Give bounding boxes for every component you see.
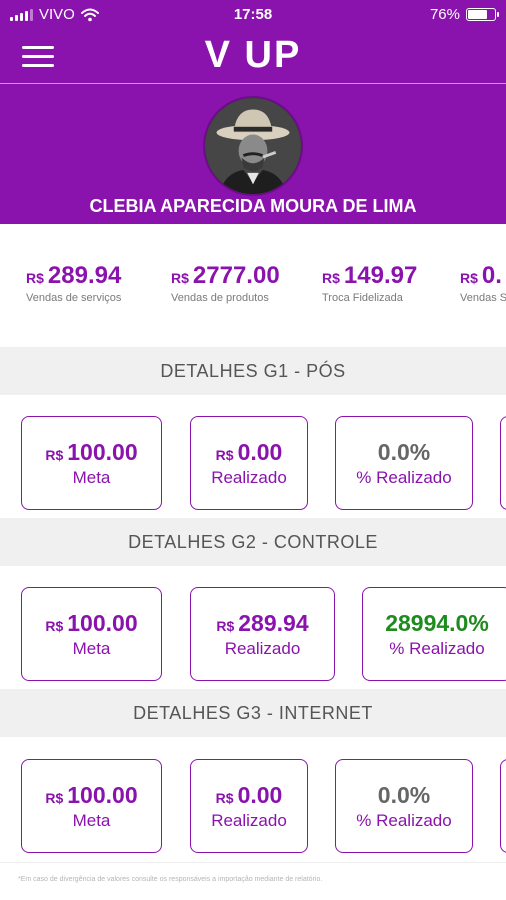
card-label: Realizado <box>211 811 287 830</box>
card-value: 100.00 <box>67 782 138 808</box>
section-title-g3: DETALHES G3 - INTERNET <box>0 689 506 737</box>
footer-divider <box>0 862 506 863</box>
card-realizado[interactable]: R$ 0.00 Realizado <box>190 759 308 853</box>
navbar: V UP <box>0 30 506 84</box>
card-meta[interactable]: R$ 100.00 Meta <box>21 759 162 853</box>
card-label: Meta <box>72 468 111 487</box>
currency-label: R$ <box>26 270 44 286</box>
currency-label: R$ <box>45 447 64 463</box>
summary-label: Troca Fidelizada <box>322 292 403 304</box>
summary-value: 2777.00 <box>192 262 280 289</box>
card-percent-realizado[interactable]: 0.0% % Realizado <box>335 416 473 510</box>
card-realizado[interactable]: R$ 289.94 Realizado <box>190 587 335 681</box>
card-partial[interactable] <box>500 416 506 510</box>
card-value: 100.00 <box>67 610 138 636</box>
summary-label: Vendas de produtos <box>171 292 269 304</box>
card-label: Realizado <box>211 468 287 487</box>
summary-label: Vendas de serviços <box>26 292 122 304</box>
avatar[interactable] <box>203 96 303 196</box>
summary-value: 289.94 <box>47 262 122 289</box>
status-right: 76% <box>429 6 499 23</box>
card-label: Meta <box>72 639 111 658</box>
currency-label: R$ <box>322 270 340 286</box>
summary-item-partial: R$ 0. Vendas S <box>460 262 506 304</box>
card-value: 28994.0% <box>385 610 489 636</box>
card-meta[interactable]: R$ 100.00 Meta <box>21 416 162 510</box>
card-label: % Realizado <box>356 468 452 487</box>
card-value: 0.00 <box>237 782 283 808</box>
summary-value: 0. <box>481 262 502 289</box>
card-label: Realizado <box>224 639 301 658</box>
card-value: 289.94 <box>238 610 309 636</box>
summary-item-services: R$ 289.94 Vendas de serviços <box>26 262 121 304</box>
card-percent-realizado[interactable]: 28994.0% % Realizado <box>362 587 506 681</box>
currency-label: R$ <box>171 270 189 286</box>
card-percent-realizado[interactable]: 0.0% % Realizado <box>335 759 473 853</box>
app-header: VIVO 17:58 76% V UP CLEBIA APARECIDA MOU… <box>0 0 506 224</box>
sales-summary-row[interactable]: R$ 289.94 Vendas de serviços R$ 2777.00 Ve… <box>0 262 506 312</box>
card-partial[interactable] <box>500 759 506 853</box>
card-label: % Realizado <box>356 811 452 830</box>
card-label: Meta <box>72 811 111 830</box>
card-label: % Realizado <box>389 639 485 658</box>
card-value: 0.0% <box>377 782 431 808</box>
currency-label: R$ <box>460 270 478 286</box>
battery-icon <box>466 8 499 21</box>
disclaimer-footnote: *Em caso de divergência de valores consu… <box>18 876 323 883</box>
currency-label: R$ <box>45 790 64 806</box>
status-bar: VIVO 17:58 76% <box>0 0 506 30</box>
card-value: 0.00 <box>237 439 283 465</box>
currency-label: R$ <box>215 447 234 463</box>
battery-percent: 76% <box>429 6 460 23</box>
card-value: 0.0% <box>377 439 431 465</box>
user-name: CLEBIA APARECIDA MOURA DE LIMA <box>89 196 417 216</box>
card-value: 100.00 <box>67 439 138 465</box>
summary-label: Vendas S <box>460 292 506 304</box>
currency-label: R$ <box>216 618 235 634</box>
section-title-g2: DETALHES G2 - CONTROLE <box>0 518 506 566</box>
currency-label: R$ <box>215 790 234 806</box>
card-realizado[interactable]: R$ 0.00 Realizado <box>190 416 308 510</box>
app-logo: V UP <box>204 34 302 76</box>
currency-label: R$ <box>45 618 64 634</box>
summary-item-loyalty: R$ 149.97 Troca Fidelizada <box>322 262 417 304</box>
section-title-g1: DETALHES G1 - PÓS <box>0 347 506 395</box>
card-meta[interactable]: R$ 100.00 Meta <box>21 587 162 681</box>
summary-item-products: R$ 2777.00 Vendas de produtos <box>171 262 280 304</box>
summary-value: 149.97 <box>343 262 418 289</box>
